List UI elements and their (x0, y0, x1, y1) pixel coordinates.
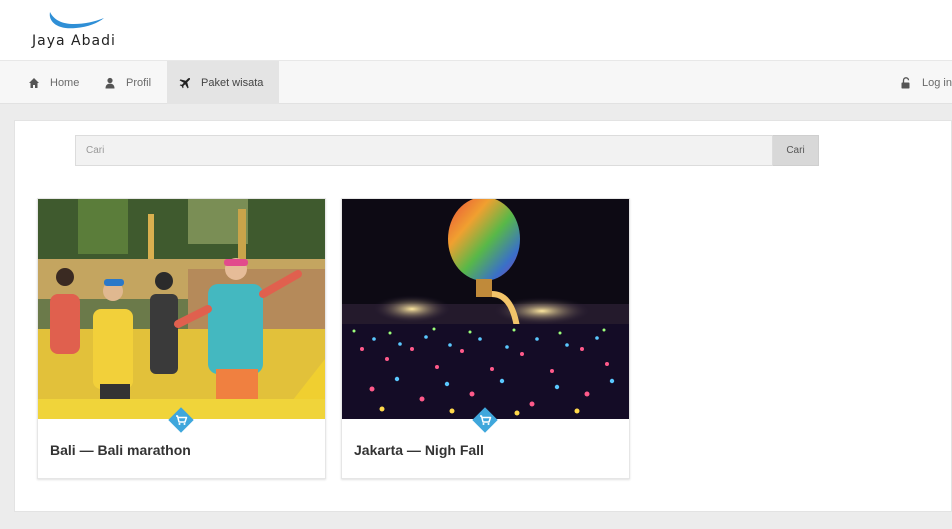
package-card[interactable]: Bali — Bali marathon (37, 198, 326, 479)
night-lantern-festival-photo[interactable] (342, 199, 629, 419)
unlock-icon (900, 76, 912, 89)
brand-header: Jaya Abadi (0, 0, 952, 60)
site-logo[interactable]: Jaya Abadi (32, 8, 142, 54)
package-card[interactable]: Jakarta — Nigh Fall (341, 198, 630, 479)
brand-name: Jaya Abadi (32, 33, 116, 49)
card-title[interactable]: Jakarta — Nigh Fall (354, 442, 484, 458)
cart-badge[interactable] (168, 407, 194, 433)
plane-icon (179, 77, 191, 89)
user-icon (104, 77, 116, 89)
nav-profil-label: Profil (126, 76, 152, 89)
nav-home[interactable]: Home (16, 61, 91, 104)
nav-login[interactable]: Log in (888, 61, 952, 104)
bali-marathon-photo[interactable] (38, 199, 325, 419)
search-button[interactable]: Cari (773, 135, 819, 166)
cart-badge[interactable] (472, 407, 498, 433)
nav-paket-wisata[interactable]: Paket wisata (167, 61, 279, 104)
search-form: Cari (75, 135, 819, 166)
home-icon (28, 77, 40, 89)
main-navbar: Home Profil Paket wisata Log in (0, 60, 952, 104)
main-content: Cari Cari Bali — Bali marathon Jakarta —… (14, 120, 952, 512)
nav-profil[interactable]: Profil (92, 61, 163, 104)
nav-home-label: Home (50, 76, 80, 89)
card-title[interactable]: Bali — Bali marathon (50, 442, 191, 458)
nav-paket-label: Paket wisata (201, 76, 264, 89)
nav-login-label: Log in (922, 76, 952, 89)
swoosh-logo-icon (49, 12, 104, 29)
search-input[interactable] (75, 135, 773, 166)
